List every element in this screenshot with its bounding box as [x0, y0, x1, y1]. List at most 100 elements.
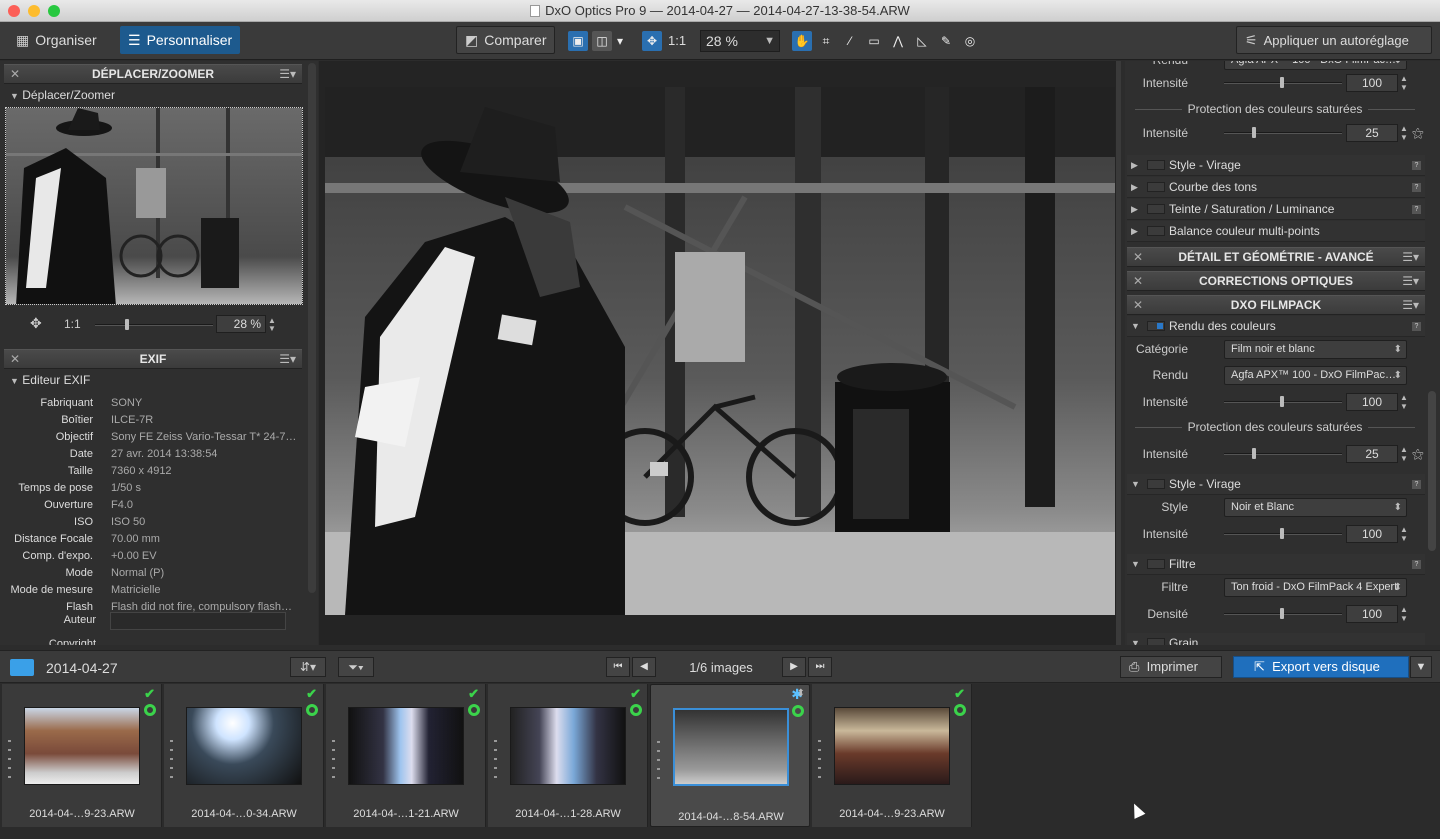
export-button[interactable]: ⇱ Export vers disque: [1233, 656, 1409, 678]
print-button[interactable]: ⎙ Imprimer: [1120, 656, 1222, 678]
palette-menu-icon[interactable]: ☰▾: [1402, 248, 1419, 267]
white-balance-picker-button[interactable]: ⁄: [840, 31, 860, 51]
exif-value[interactable]: ISO 50: [111, 516, 296, 528]
exif-row[interactable]: Distance Focale 70.00 mm: [0, 533, 300, 550]
protection-slider[interactable]: [1224, 127, 1342, 138]
rendu-intensity-slider[interactable]: [1224, 396, 1342, 407]
densite-value[interactable]: 100: [1346, 605, 1398, 623]
magic-wand-icon[interactable]: ⚝: [1412, 122, 1424, 144]
slider-knob[interactable]: [1280, 396, 1284, 407]
sort-button[interactable]: ⇵▾: [290, 657, 326, 677]
section-grain[interactable]: ▼ Grain: [1127, 633, 1425, 645]
enable-checkbox[interactable]: [1147, 182, 1165, 192]
exif-row[interactable]: Fabriquant SONY: [0, 397, 300, 414]
close-icon[interactable]: ✕: [10, 65, 20, 84]
move-zoom-section[interactable]: ▼ Déplacer/Zoomer: [10, 88, 115, 102]
rectangle-perspective-button[interactable]: ◺: [912, 31, 932, 51]
fit-button[interactable]: ✥: [642, 31, 662, 51]
split-view-button[interactable]: ◫: [592, 31, 612, 51]
section-style-virage-2[interactable]: ▼ Style - Virage?: [1127, 474, 1425, 495]
filtre-select[interactable]: Ton froid - DxO FilmPack 4 Expert: [1224, 578, 1407, 597]
export-options-button[interactable]: ▼: [1410, 656, 1432, 678]
enable-checkbox[interactable]: [1147, 204, 1165, 214]
filter-button[interactable]: ⏷▾: [338, 657, 374, 677]
last-image-button[interactable]: ⏭: [808, 657, 832, 677]
section-courbe-des-tons[interactable]: ▶ Courbe des tons?: [1127, 177, 1425, 198]
exif-value[interactable]: ILCE-7R: [111, 414, 296, 426]
horizon-tool-button[interactable]: ▭: [864, 31, 884, 51]
auto-adjust-button[interactable]: ⚟ Appliquer un autoréglage: [1236, 26, 1432, 54]
style-intensity-slider[interactable]: [1224, 528, 1342, 539]
nav-zoom-slider-knob[interactable]: [125, 319, 129, 330]
viewer-scrollbar[interactable]: [1116, 61, 1121, 645]
exif-value[interactable]: 27 avr. 2014 13:38:54: [111, 448, 296, 460]
drag-handle-icon[interactable]: [170, 740, 173, 780]
slider-knob[interactable]: [1252, 448, 1256, 459]
protection-stepper-2[interactable]: ▲ ▼: [1400, 445, 1408, 463]
section-style-virage-1[interactable]: ▶ Style - Virage?: [1127, 155, 1425, 176]
single-view-button[interactable]: ▣: [568, 31, 588, 51]
filmstrip-thumbnail[interactable]: ✔ 2014-04-…9-23.ARW: [812, 684, 972, 827]
view-dropdown[interactable]: ▾: [614, 31, 626, 51]
filmstrip-thumbnail[interactable]: ✔ 2014-04-…0-34.ARW: [164, 684, 324, 827]
navigator-preview[interactable]: [5, 107, 303, 305]
help-icon[interactable]: ?: [1412, 205, 1421, 214]
palette-menu-icon[interactable]: ☰▾: [1402, 272, 1419, 291]
exif-row[interactable]: Mode Normal (P): [0, 567, 300, 584]
filmstrip-thumbnail[interactable]: ✱ 2014-04-…8-54.ARW: [650, 684, 810, 827]
nav-one-to-one-button[interactable]: 1:1: [64, 317, 81, 331]
rendu-select[interactable]: Agfa APX™ 100 - DxO FilmPac…: [1224, 366, 1407, 385]
exif-row[interactable]: Objectif Sony FE Zeiss Vario-Tessar T* 24…: [0, 431, 300, 448]
section-balance[interactable]: ▶ Balance couleur multi-points: [1127, 221, 1425, 242]
exif-value[interactable]: F4.0: [111, 499, 296, 511]
protection-stepper[interactable]: ▲ ▼: [1400, 124, 1408, 142]
close-window-button[interactable]: [8, 5, 20, 17]
corrections-header[interactable]: ✕ CORRECTIONS OPTIQUES ☰▾: [1127, 271, 1425, 291]
densite-slider[interactable]: [1224, 608, 1342, 619]
categorie-select[interactable]: Film noir et blanc: [1224, 340, 1407, 359]
palette-menu-icon[interactable]: ☰▾: [1402, 296, 1419, 315]
crop-tool-button[interactable]: ⌗: [816, 31, 836, 51]
minimize-window-button[interactable]: [28, 5, 40, 17]
slider-knob[interactable]: [1280, 608, 1284, 619]
drag-handle-icon[interactable]: [657, 741, 660, 781]
fit-to-window-button[interactable]: ✥: [30, 315, 42, 332]
enable-checkbox[interactable]: [1147, 226, 1165, 236]
rendu-intensity-value[interactable]: 100: [1346, 393, 1398, 411]
nav-zoom-stepper[interactable]: ▲ ▼: [268, 317, 276, 333]
palette-menu-icon[interactable]: ☰▾: [279, 65, 296, 84]
filmstrip-thumbnail[interactable]: ✔ 2014-04-…1-21.ARW: [326, 684, 486, 827]
style-intensity-stepper[interactable]: ▲ ▼: [1400, 525, 1408, 543]
next-image-button[interactable]: ▶: [782, 657, 806, 677]
nav-zoom-field[interactable]: 28 %: [216, 315, 266, 333]
repair-tool-button[interactable]: ✎: [936, 31, 956, 51]
exif-row[interactable]: Date 27 avr. 2014 13:38:54: [0, 448, 300, 465]
filmstrip-thumbnail[interactable]: ✔ 2014-04-…1-28.ARW: [488, 684, 648, 827]
drag-handle-icon[interactable]: [494, 740, 497, 780]
close-icon[interactable]: ✕: [1133, 272, 1143, 291]
slider-knob[interactable]: [1280, 77, 1284, 88]
first-image-button[interactable]: ⏮: [606, 657, 630, 677]
help-icon[interactable]: ?: [1412, 560, 1421, 569]
exif-row[interactable]: Ouverture F4.0: [0, 499, 300, 516]
exif-value[interactable]: Matricielle: [111, 584, 296, 596]
slider-knob[interactable]: [1252, 127, 1256, 138]
help-icon[interactable]: ?: [1412, 161, 1421, 170]
drag-handle-icon[interactable]: [8, 740, 11, 780]
enable-checkbox[interactable]: [1147, 638, 1165, 645]
enable-checkbox[interactable]: [1147, 559, 1165, 569]
exif-row[interactable]: Boîtier ILCE-7R: [0, 414, 300, 431]
drag-handle-icon[interactable]: [818, 740, 821, 780]
exif-row[interactable]: Comp. d'expo. +0.00 EV: [0, 550, 300, 567]
hand-tool-button[interactable]: ✋: [792, 31, 812, 51]
one-to-one-button[interactable]: 1:1: [668, 33, 686, 48]
filmpack-header[interactable]: ✕ DXO FILMPACK ☰▾: [1127, 295, 1425, 315]
compare-button[interactable]: ◩ Comparer: [456, 26, 556, 54]
perspective-tool-button[interactable]: ⋀: [888, 31, 908, 51]
help-icon[interactable]: ?: [1412, 322, 1421, 331]
exif-row[interactable]: Temps de pose 1/50 s: [0, 482, 300, 499]
right-panel-scrollbar[interactable]: [1428, 391, 1436, 551]
nav-zoom-slider[interactable]: [95, 319, 213, 330]
personnaliser-tab[interactable]: ☰ Personnaliser: [120, 26, 240, 54]
author-input[interactable]: [110, 612, 286, 630]
